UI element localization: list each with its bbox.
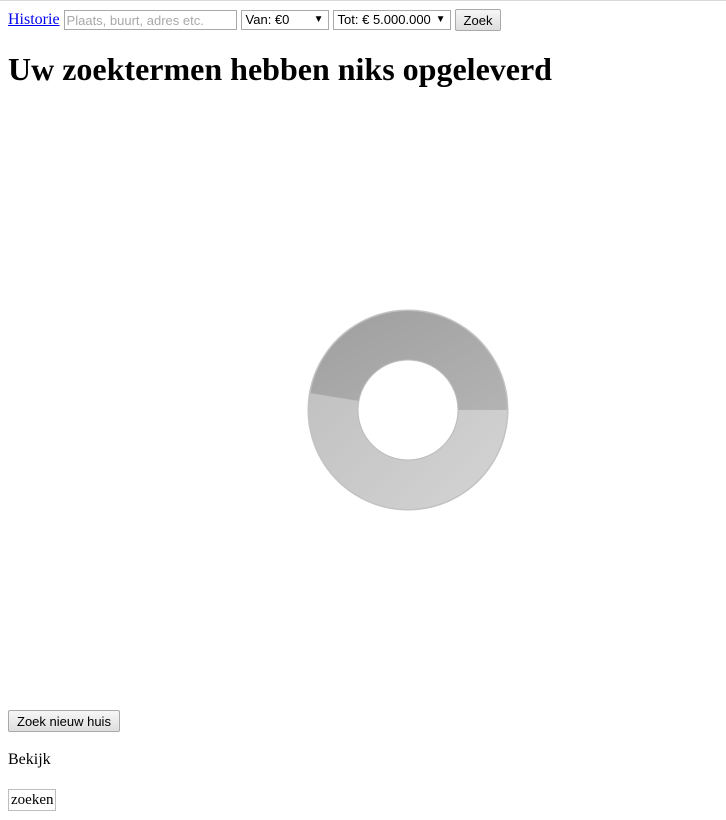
search-link-box[interactable]: zoeken: [8, 789, 57, 811]
page-title: Uw zoektermen hebben niks opgeleverd: [8, 51, 552, 87]
price-from-value: Van: €0: [245, 12, 290, 27]
new-house-button[interactable]: Zoek nieuw huis: [8, 710, 120, 732]
price-from-select[interactable]: Van: €0 ▼: [240, 10, 329, 30]
chevron-down-icon: ▼: [313, 14, 324, 25]
price-to-value: Tot: € 5.000.000: [337, 12, 431, 27]
search-toolbar: Historie Van: €0 ▼ Tot: € 5.000.000 ▼ Zo…: [8, 9, 502, 31]
view-label: Bekijk: [8, 751, 51, 768]
history-link[interactable]: Historie: [8, 10, 60, 30]
loading-spinner-icon: [307, 309, 509, 511]
price-to-select[interactable]: Tot: € 5.000.000 ▼: [332, 10, 451, 30]
top-border: [0, 0, 726, 1]
search-input[interactable]: [63, 10, 237, 30]
chevron-down-icon: ▼: [435, 14, 446, 25]
search-button[interactable]: Zoek: [454, 9, 502, 31]
